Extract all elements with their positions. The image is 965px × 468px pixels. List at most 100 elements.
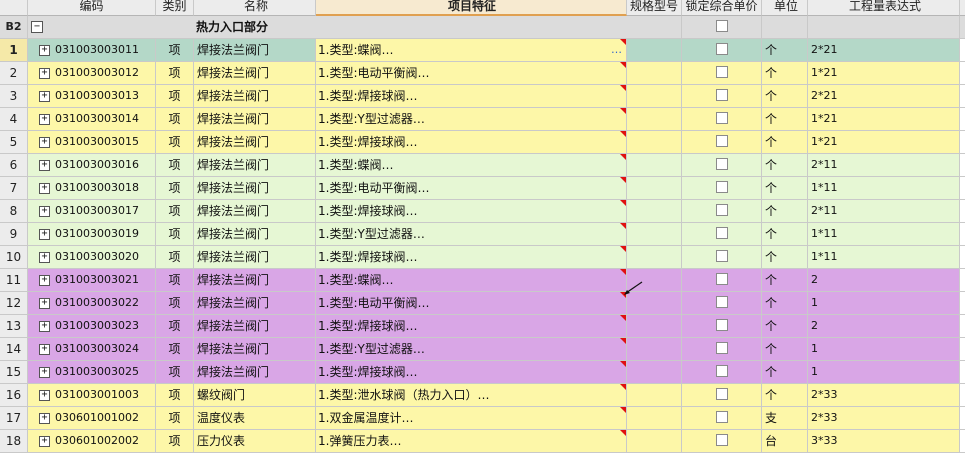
spec-cell[interactable] <box>627 223 682 246</box>
unit-cell[interactable]: 个 <box>762 361 808 384</box>
code-cell[interactable]: +031003003016 <box>28 154 156 177</box>
unit-cell[interactable]: 支 <box>762 407 808 430</box>
feature-cell[interactable]: 1.类型:蝶阀…… <box>316 39 627 62</box>
table-row[interactable]: 15 +031003003025 项焊接法兰阀门 1.类型:焊接球阀… 个 1 <box>0 361 965 384</box>
unit-cell[interactable]: 个 <box>762 269 808 292</box>
unit-cell[interactable]: 个 <box>762 384 808 407</box>
unit-cell[interactable]: 个 <box>762 315 808 338</box>
table-row[interactable]: 13 +031003003023 项焊接法兰阀门 1.类型:焊接球阀… 个 2 <box>0 315 965 338</box>
expression-cell[interactable]: 1 <box>808 361 960 384</box>
spec-cell[interactable] <box>627 62 682 85</box>
row-number[interactable]: 12 <box>0 292 28 315</box>
lock-checkbox[interactable] <box>716 20 728 32</box>
expression-cell[interactable]: 1*11 <box>808 223 960 246</box>
unit-cell[interactable]: 个 <box>762 246 808 269</box>
code-cell[interactable]: +031003003018 <box>28 177 156 200</box>
type-cell[interactable]: 项 <box>156 407 194 430</box>
code-cell[interactable]: +031003003023 <box>28 315 156 338</box>
code-cell[interactable]: +031003003015 <box>28 131 156 154</box>
expand-icon[interactable]: + <box>39 435 50 447</box>
type-cell[interactable]: 项 <box>156 154 194 177</box>
row-number[interactable]: 8 <box>0 200 28 223</box>
spec-cell[interactable] <box>627 131 682 154</box>
name-cell[interactable]: 压力仪表 <box>194 430 316 453</box>
row-number[interactable]: 18 <box>0 430 28 453</box>
feature-cell[interactable]: 1.类型:蝶阀… <box>316 154 627 177</box>
group-row[interactable]: B2 − 热力入口部分 <box>0 16 965 39</box>
expression-cell[interactable]: 2*33 <box>808 407 960 430</box>
type-cell[interactable]: 项 <box>156 62 194 85</box>
unit-cell[interactable]: 台 <box>762 430 808 453</box>
code-cell[interactable]: +031003003025 <box>28 361 156 384</box>
code-cell[interactable]: +031003003013 <box>28 85 156 108</box>
row-number[interactable]: 14 <box>0 338 28 361</box>
feature-cell[interactable]: 1.类型:焊接球阀… <box>316 246 627 269</box>
expression-cell[interactable]: 2 <box>808 315 960 338</box>
type-cell[interactable]: 项 <box>156 384 194 407</box>
code-cell[interactable]: +030601001002 <box>28 407 156 430</box>
table-row[interactable]: 6 +031003003016 项焊接法兰阀门 1.类型:蝶阀… 个 2*11 <box>0 154 965 177</box>
table-row[interactable]: 3 +031003003013 项焊接法兰阀门 1.类型:焊接球阀… 个 2*21 <box>0 85 965 108</box>
name-cell[interactable]: 焊接法兰阀门 <box>194 200 316 223</box>
type-cell[interactable]: 项 <box>156 131 194 154</box>
expand-icon[interactable]: + <box>39 182 50 194</box>
spec-cell[interactable] <box>627 177 682 200</box>
name-cell[interactable]: 焊接法兰阀门 <box>194 177 316 200</box>
feature-cell[interactable]: 1.类型:Y型过滤器… <box>316 338 627 361</box>
header-feature[interactable]: 项目特征 <box>316 0 627 16</box>
expand-icon[interactable]: + <box>39 412 50 424</box>
code-cell[interactable]: +031003003014 <box>28 108 156 131</box>
table-row[interactable]: 11 +031003003021 项焊接法兰阀门 1.类型:蝶阀… 个 2 <box>0 269 965 292</box>
lock-checkbox[interactable] <box>716 89 728 101</box>
feature-cell[interactable]: 1.类型:泄水球阀（热力入口）… <box>316 384 627 407</box>
row-number[interactable]: 2 <box>0 62 28 85</box>
expand-icon[interactable]: + <box>39 320 50 332</box>
feature-cell[interactable]: 1.类型:焊接球阀… <box>316 85 627 108</box>
spec-cell[interactable] <box>627 338 682 361</box>
code-cell[interactable]: +031003003019 <box>28 223 156 246</box>
feature-cell[interactable]: 1.类型:Y型过滤器… <box>316 108 627 131</box>
name-cell[interactable]: 焊接法兰阀门 <box>194 338 316 361</box>
lock-checkbox[interactable] <box>716 434 728 446</box>
lock-checkbox[interactable] <box>716 250 728 262</box>
expand-icon[interactable]: + <box>39 389 50 401</box>
expand-icon[interactable]: + <box>39 228 50 240</box>
expression-cell[interactable]: 1*21 <box>808 108 960 131</box>
table-row[interactable]: 1 +031003003011 项焊接法兰阀门 1.类型:蝶阀…… 个 2*21 <box>0 39 965 62</box>
table-row[interactable]: 17 +030601001002 项温度仪表 1.双金属温度计… 支 2*33 <box>0 407 965 430</box>
unit-cell[interactable]: 个 <box>762 338 808 361</box>
name-cell[interactable]: 焊接法兰阀门 <box>194 85 316 108</box>
table-row[interactable]: 4 +031003003014 项焊接法兰阀门 1.类型:Y型过滤器… 个 1*21 <box>0 108 965 131</box>
code-cell[interactable]: +031003003017 <box>28 200 156 223</box>
type-cell[interactable]: 项 <box>156 361 194 384</box>
table-row[interactable]: 14 +031003003024 项焊接法兰阀门 1.类型:Y型过滤器… 个 1 <box>0 338 965 361</box>
expand-icon[interactable]: + <box>39 343 50 355</box>
lock-checkbox[interactable] <box>716 319 728 331</box>
type-cell[interactable]: 项 <box>156 200 194 223</box>
header-spec[interactable]: 规格型号 <box>627 0 682 16</box>
expand-icon[interactable]: + <box>39 274 50 286</box>
feature-cell[interactable]: 1.双金属温度计… <box>316 407 627 430</box>
feature-cell[interactable]: 1.类型:焊接球阀… <box>316 131 627 154</box>
table-row[interactable]: 7 +031003003018 项焊接法兰阀门 1.类型:电动平衡阀… 个 1*11 <box>0 177 965 200</box>
feature-cell[interactable]: 1.类型:电动平衡阀… <box>316 177 627 200</box>
spec-cell[interactable] <box>627 154 682 177</box>
type-cell[interactable]: 项 <box>156 177 194 200</box>
feature-cell[interactable]: 1.类型:电动平衡阀… <box>316 292 627 315</box>
row-number[interactable]: 5 <box>0 131 28 154</box>
spec-cell[interactable] <box>627 315 682 338</box>
expand-icon[interactable]: + <box>39 205 50 217</box>
unit-cell[interactable]: 个 <box>762 85 808 108</box>
table-row[interactable]: 18 +030601002002 项压力仪表 1.弹簧压力表… 台 3*33 <box>0 430 965 453</box>
row-number[interactable]: 17 <box>0 407 28 430</box>
name-cell[interactable]: 焊接法兰阀门 <box>194 62 316 85</box>
lock-checkbox[interactable] <box>716 112 728 124</box>
expression-cell[interactable]: 1 <box>808 338 960 361</box>
lock-checkbox[interactable] <box>716 66 728 78</box>
type-cell[interactable]: 项 <box>156 430 194 453</box>
lock-checkbox[interactable] <box>716 388 728 400</box>
unit-cell[interactable]: 个 <box>762 292 808 315</box>
name-cell[interactable]: 螺纹阀门 <box>194 384 316 407</box>
feature-cell[interactable]: 1.类型:蝶阀… <box>316 269 627 292</box>
expression-cell[interactable]: 2*21 <box>808 39 960 62</box>
